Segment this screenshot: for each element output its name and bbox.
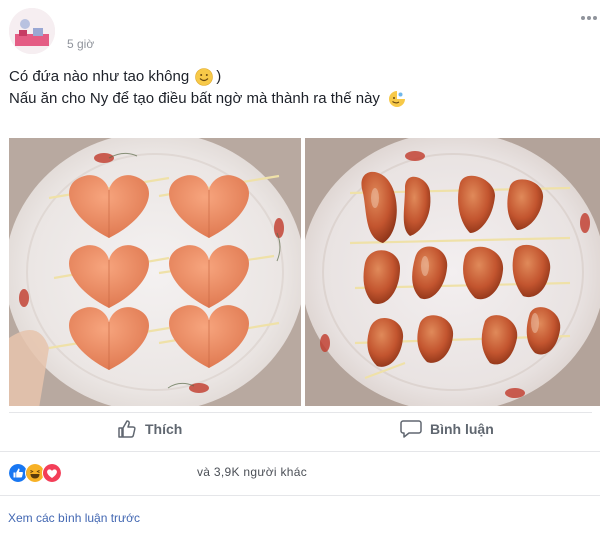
post-text-line-1-suffix: ) xyxy=(216,68,222,85)
comment-button[interactable]: Bình luận xyxy=(400,416,494,442)
like-label: Thích xyxy=(145,421,183,437)
avatar[interactable] xyxy=(9,8,55,54)
avatar-image xyxy=(9,8,55,54)
post-text-line-1-text: Có đứa nào như tao không xyxy=(9,68,190,85)
reactions-summary[interactable] xyxy=(8,463,62,483)
post-photos xyxy=(9,138,600,406)
heart-sausage-photo-image xyxy=(9,138,301,406)
post-text-line-1: Có đứa nào như tao không ) xyxy=(9,66,589,88)
comment-bubble-icon xyxy=(400,420,422,438)
burnt-sausage-photo[interactable] xyxy=(305,138,600,406)
sweat-smile-emoji-icon xyxy=(388,91,405,107)
love-reaction-icon xyxy=(42,463,62,483)
post-text-line-2: Nấu ăn cho Ny để tạo điều bất ngờ mà thà… xyxy=(9,88,589,110)
view-previous-comments-link[interactable]: Xem các bình luận trước xyxy=(8,511,140,525)
like-button[interactable]: Thích xyxy=(117,416,182,442)
post-text: Có đứa nào như tao không ) Nấu ăn cho Ny… xyxy=(9,66,589,110)
thumbs-up-icon xyxy=(118,420,136,438)
divider xyxy=(9,412,592,413)
smile-emoji-icon xyxy=(195,68,214,86)
comment-label: Bình luận xyxy=(430,421,494,437)
heart-sausage-photo[interactable] xyxy=(9,138,301,406)
reactions-others-count[interactable]: và 3,9K người khác xyxy=(197,465,307,479)
post-time[interactable]: 5 giờ xyxy=(67,37,94,51)
more-options-icon[interactable] xyxy=(577,12,600,24)
burnt-sausage-photo-image xyxy=(305,138,600,406)
divider xyxy=(0,495,600,496)
post-text-line-2-text: Nấu ăn cho Ny để tạo điều bất ngờ mà thà… xyxy=(9,90,380,107)
divider xyxy=(0,451,600,452)
